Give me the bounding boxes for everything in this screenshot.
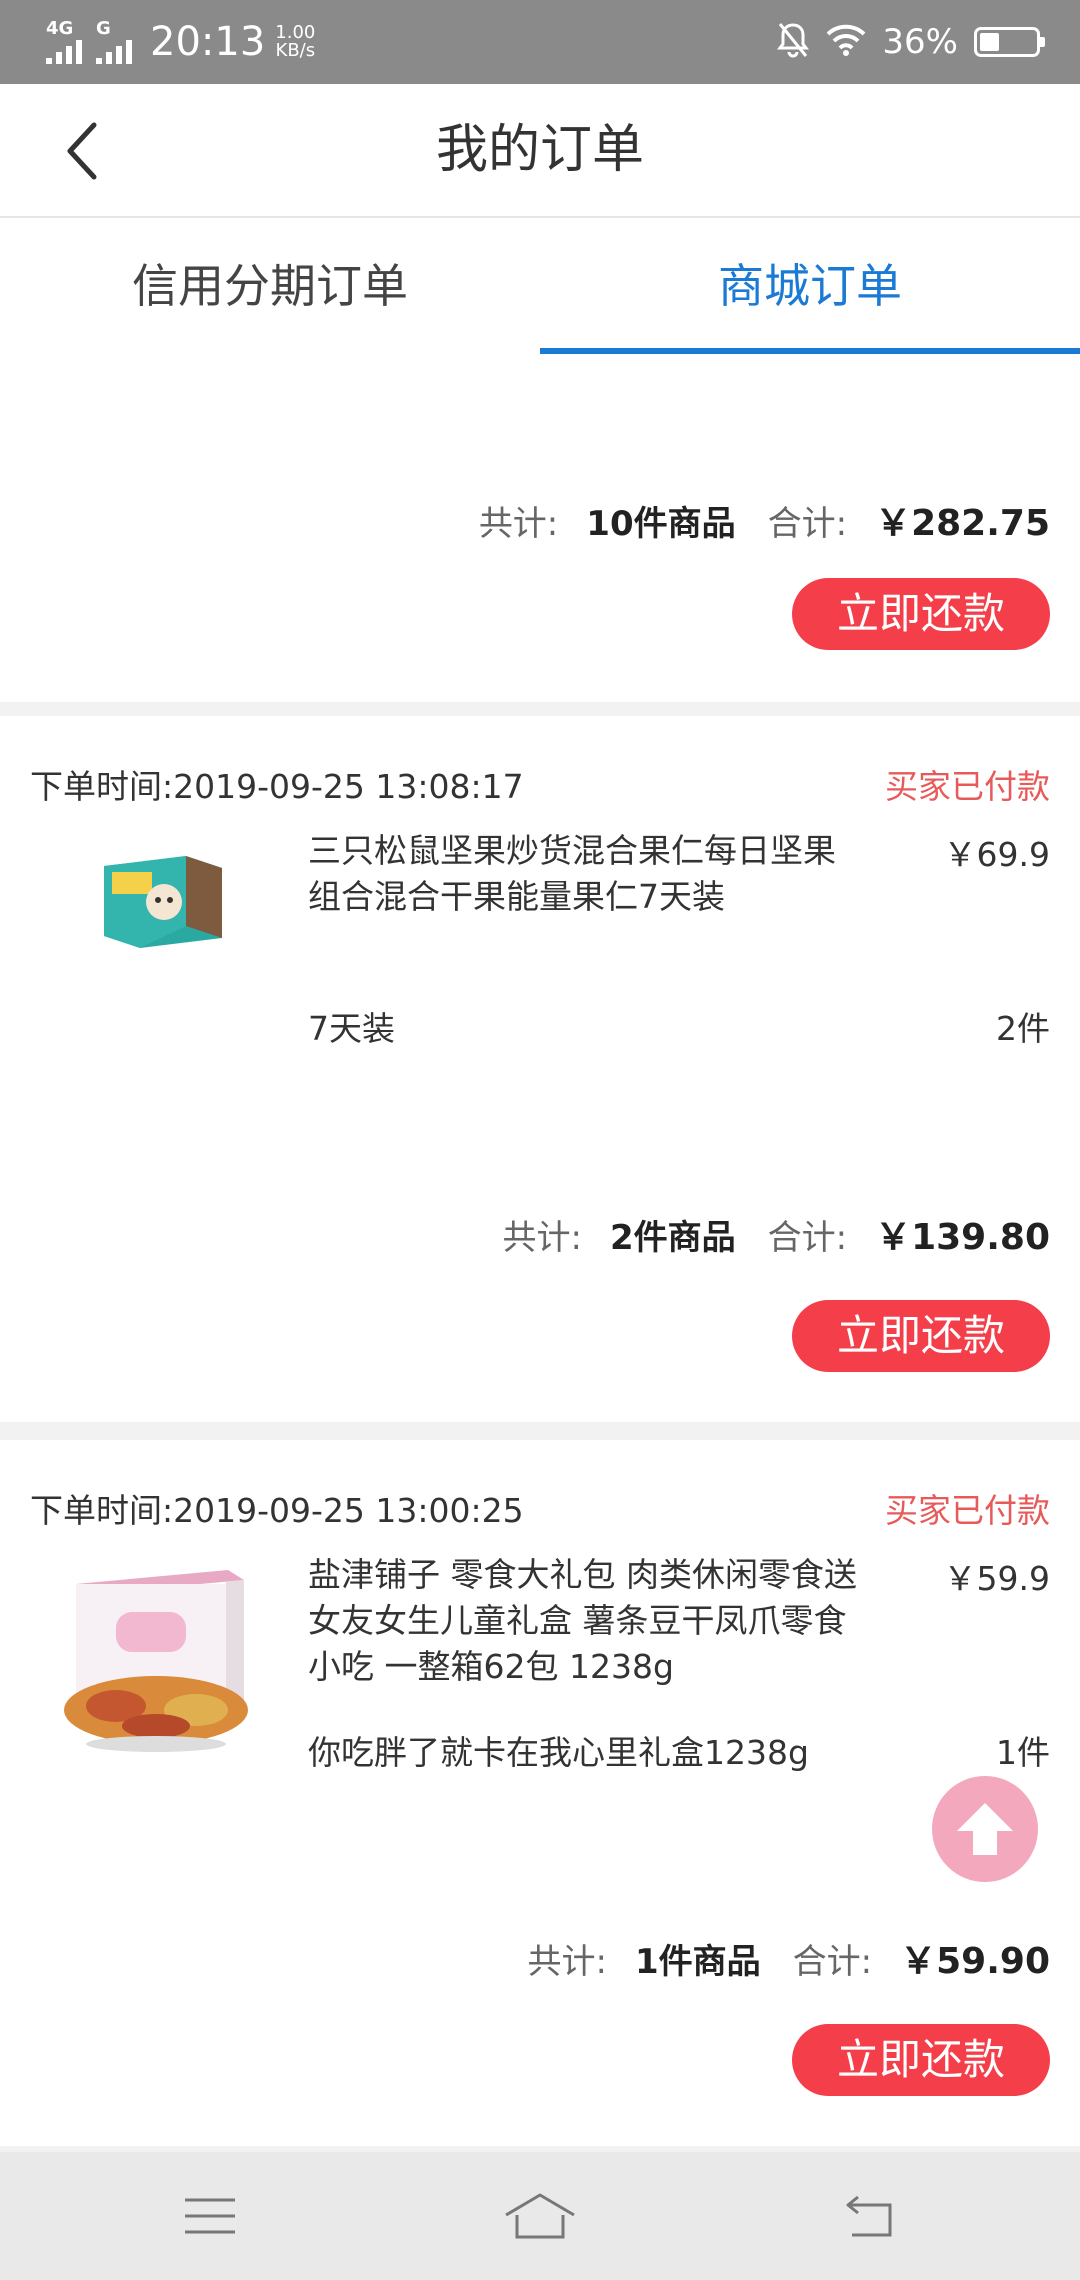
item-count: 10件商品 xyxy=(586,504,736,544)
order-tabs: 信用分期订单 商城订单 xyxy=(0,218,1080,354)
product-name[interactable]: 三只松鼠坚果炒货混合果仁每日坚果组合混合干果能量果仁7天装 xyxy=(308,828,868,920)
product-price: ￥69.9 xyxy=(943,835,1050,874)
title-bar: 我的订单 xyxy=(0,84,1080,218)
order-card: 下单时间:2019-09-25 13:08:17 买家已付款 三只松鼠坚果炒货混… xyxy=(0,716,1080,1422)
scroll-to-top-button[interactable] xyxy=(932,1776,1038,1882)
back-icon xyxy=(846,2195,892,2237)
product-name[interactable]: 盐津铺子 零食大礼包 肉类休闲零食送女友女生儿童礼盒 薯条豆干凤爪零食小吃 一整… xyxy=(308,1552,868,1690)
home-button[interactable] xyxy=(500,2186,580,2246)
repay-now-button[interactable]: 立即还款 xyxy=(792,2024,1050,2096)
order-card: 共计: 10件商品 合计: ￥282.75 立即还款 xyxy=(0,354,1080,702)
signal-icon: 4G xyxy=(46,20,82,64)
item-count: 2件商品 xyxy=(609,1218,736,1258)
mute-icon xyxy=(776,21,810,63)
arrow-up-icon xyxy=(957,1803,1013,1855)
product-price: ￥59.9 xyxy=(943,1559,1050,1598)
order-summary: 共计: 1件商品 合计: ￥59.90 xyxy=(528,1932,1050,1984)
order-total: ￥282.75 xyxy=(875,503,1050,544)
status-bar: 4G G 20:13 1.00 KB/s 36% xyxy=(0,0,1080,84)
order-summary: 共计: 2件商品 合计: ￥139.80 xyxy=(502,1208,1050,1260)
menu-button[interactable] xyxy=(170,2186,250,2246)
order-status: 买家已付款 xyxy=(885,767,1050,806)
total-label: 合计: xyxy=(792,1942,873,1982)
item-count: 1件商品 xyxy=(634,1942,761,1982)
menu-icon xyxy=(185,2198,235,2234)
total-label: 合计: xyxy=(767,1218,848,1258)
page-title: 我的订单 xyxy=(435,120,644,180)
tab-mall-orders[interactable]: 商城订单 xyxy=(540,218,1080,354)
clock: 20:13 xyxy=(150,19,266,65)
wifi-icon xyxy=(826,24,866,60)
product-spec: 你吃胖了就卡在我心里礼盒1238g xyxy=(308,1733,809,1772)
count-label: 共计: xyxy=(527,1942,607,1982)
repay-now-button[interactable]: 立即还款 xyxy=(792,578,1050,650)
product-quantity: 1件 xyxy=(996,1733,1050,1772)
battery-icon xyxy=(974,27,1045,57)
signal-icon-2: G xyxy=(96,20,132,64)
home-icon xyxy=(505,2193,575,2239)
order-card: 下单时间:2019-09-25 13:00:25 买家已付款 盐津铺子 零食大礼… xyxy=(0,1440,1080,2146)
count-label: 共计: xyxy=(478,504,559,544)
speed-unit: KB/s xyxy=(275,40,316,61)
product-spec: 7天装 xyxy=(308,1009,395,1048)
product-quantity: 2件 xyxy=(996,1009,1050,1048)
repay-now-button[interactable]: 立即还款 xyxy=(792,1300,1050,1372)
navigation-bar xyxy=(0,2152,1080,2280)
order-summary: 共计: 10件商品 合计: ￥282.75 xyxy=(479,494,1050,546)
network-type-g: G xyxy=(96,18,111,39)
order-total: ￥139.80 xyxy=(875,1217,1050,1258)
order-status: 买家已付款 xyxy=(885,1491,1050,1530)
back-nav-button[interactable] xyxy=(830,2186,910,2246)
network-type-4g: 4G xyxy=(46,18,74,39)
product-image[interactable] xyxy=(56,1560,256,1760)
product-image[interactable] xyxy=(96,846,226,958)
order-total: ￥59.90 xyxy=(900,1941,1050,1982)
tab-credit-installment-orders[interactable]: 信用分期订单 xyxy=(0,218,540,354)
count-label: 共计: xyxy=(502,1218,582,1258)
order-time: 下单时间:2019-09-25 13:00:25 xyxy=(30,1491,524,1530)
network-speed: 1.00 KB/s xyxy=(275,24,315,60)
total-label: 合计: xyxy=(767,504,848,544)
battery-percent: 36% xyxy=(882,22,958,62)
order-time: 下单时间:2019-09-25 13:08:17 xyxy=(30,767,524,806)
